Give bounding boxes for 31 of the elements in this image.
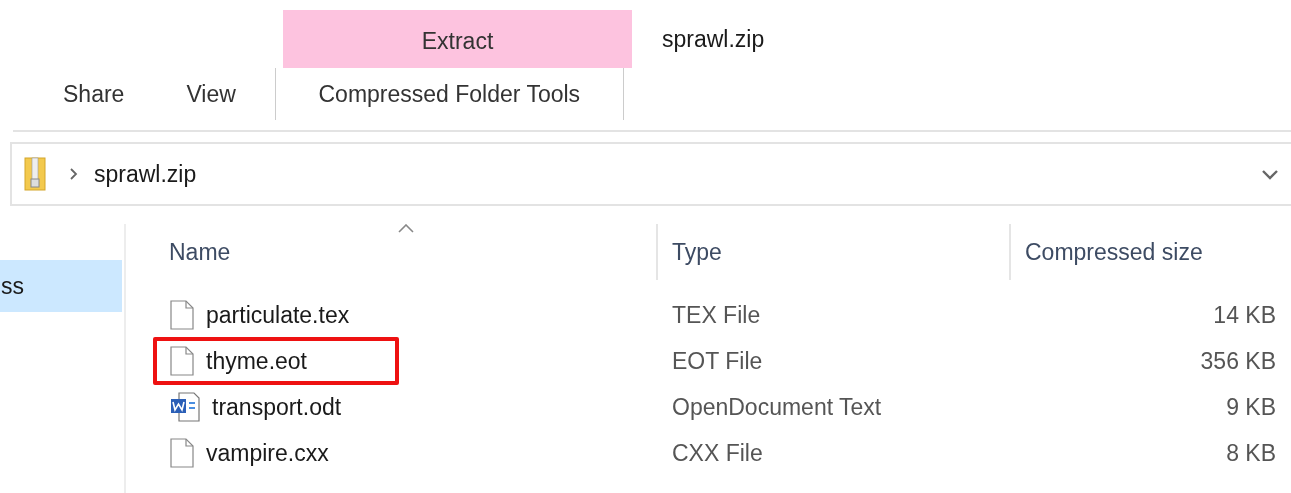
file-size: 8 KB xyxy=(1225,439,1276,467)
file-type: EOT File xyxy=(671,347,764,375)
zip-folder-icon xyxy=(24,157,46,191)
column-header[interactable]: Name xyxy=(166,224,656,280)
sidebar-item[interactable]: ss xyxy=(0,260,122,312)
word-document-icon xyxy=(170,392,200,422)
chevron-right-icon xyxy=(70,168,78,180)
sort-caret-icon xyxy=(398,224,414,233)
ribbon-tab[interactable]: Compressed Folder Tools xyxy=(274,68,624,120)
file-icon xyxy=(170,346,194,376)
file-icon xyxy=(170,300,194,330)
ribbon-tab[interactable]: Share xyxy=(63,68,125,120)
file-size: 14 KB xyxy=(1212,301,1276,329)
column-header[interactable]: Compressed size xyxy=(1009,224,1259,280)
file-size: 9 KB xyxy=(1225,393,1276,421)
file-size: 356 KB xyxy=(1199,347,1276,375)
file-icon xyxy=(170,438,194,468)
window-title: sprawl.zip xyxy=(662,25,765,54)
file-type: OpenDocument Text xyxy=(671,393,883,421)
file-name[interactable]: transport.odt xyxy=(212,393,342,421)
file-name[interactable]: thyme.eot xyxy=(206,347,307,375)
file-name[interactable]: particulate.tex xyxy=(206,301,350,329)
dropdown-chevron-icon[interactable] xyxy=(1261,168,1279,180)
extract-tab-header: Extract xyxy=(283,10,632,68)
file-type: CXX File xyxy=(671,439,764,467)
column-header[interactable]: Type xyxy=(656,224,1009,280)
ribbon-tab[interactable]: View xyxy=(186,68,236,120)
file-type: TEX File xyxy=(671,301,762,329)
address-bar[interactable]: sprawl.zip xyxy=(10,142,1291,206)
file-name[interactable]: vampire.cxx xyxy=(206,439,329,467)
address-path: sprawl.zip xyxy=(94,160,197,188)
